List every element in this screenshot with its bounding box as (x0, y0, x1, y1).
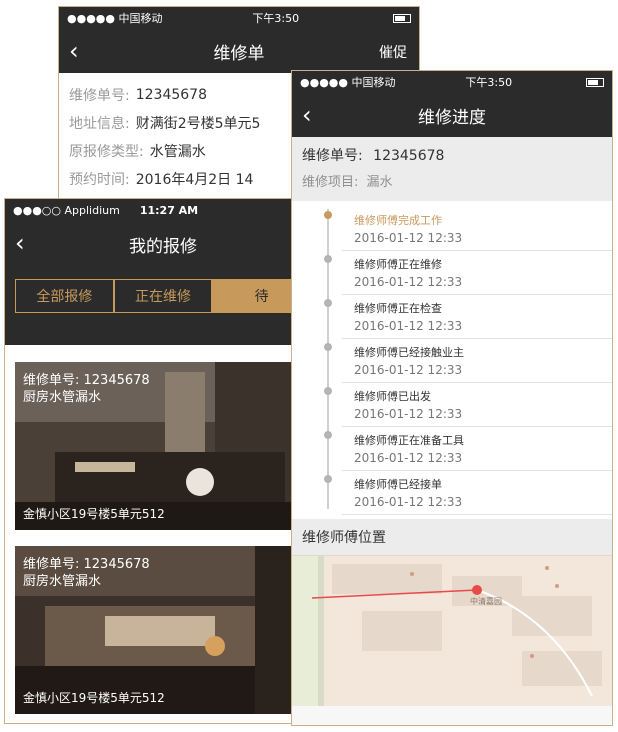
carrier-text: ●●●○○ Applidium (13, 203, 120, 217)
timeline-item: 维修师傅正在准备工具 2016-01-12 12:33 (342, 425, 612, 471)
timeline-item: 维修师傅正在维修 2016-01-12 12:33 (342, 249, 612, 295)
timeline-item: 维修师傅已经接单 2016-01-12 12:33 (342, 469, 612, 515)
time-text: 下午3:50 (252, 12, 300, 25)
card-title: 维修单号: 12345678 厨房水管漏水 (23, 556, 150, 590)
timeline-time: 2016-01-12 12:33 (354, 451, 463, 465)
order-number: 维修单号: 12345678 (23, 557, 150, 572)
timeline-event: 维修师傅已经接触业主 (354, 346, 464, 359)
order-number: 维修单号: 12345678 (23, 373, 150, 388)
timeline-time: 2016-01-12 12:33 (354, 407, 463, 421)
carrier-text: ●●●●● 中国移动 (67, 12, 163, 25)
field-value: 2016年4月2日 14 (135, 172, 254, 188)
timeline-time: 2016-01-12 12:33 (354, 495, 463, 509)
field-label: 原报修类型: (69, 144, 144, 160)
timeline-line (327, 209, 329, 509)
page-title: 维修单 (213, 43, 265, 64)
timeline-item: 维修师傅完成工作 2016-01-12 12:33 (342, 205, 612, 251)
map-canvas: 中清嘉园 (292, 556, 612, 706)
timeline-event: 维修师傅已经接单 (354, 478, 442, 491)
page-title: 我的报修 (129, 236, 197, 257)
timeline-time: 2016-01-12 12:33 (354, 363, 463, 377)
map[interactable]: 中清嘉园 (292, 555, 612, 706)
timeline-item: 维修师傅正在检查 2016-01-12 12:33 (342, 293, 612, 339)
timeline-dot (324, 299, 332, 307)
card-title: 维修单号: 12345678 厨房水管漏水 (23, 372, 150, 406)
timeline-dot (324, 475, 332, 483)
tab-in-progress[interactable]: 正在维修 (113, 279, 213, 313)
timeline-event: 维修师傅正在准备工具 (354, 434, 464, 447)
order-number: 12345678 (373, 148, 445, 164)
location-title: 维修师傅位置 (292, 519, 612, 555)
timeline-time: 2016-01-12 12:33 (354, 231, 463, 245)
issue-text: 厨房水管漏水 (23, 390, 102, 405)
nav-bar: ‹ 我的报修 (5, 221, 321, 267)
time-text: 下午3:50 (465, 76, 513, 89)
tab-spacer (5, 325, 321, 345)
card-address: 金慎小区19号楼5单元512 (23, 691, 165, 705)
back-icon[interactable]: ‹ (302, 101, 312, 129)
time-text: 11:27 AM (139, 203, 199, 217)
timeline-event: 维修师傅完成工作 (354, 214, 442, 227)
timeline-event: 维修师傅已出发 (354, 390, 431, 403)
screen-repair-progress: ●●●●● 中国移动 下午3:50 ‹ 维修进度 维修单号: 12345678 … (291, 70, 613, 726)
order-label: 维修单号: (302, 148, 363, 164)
timeline-item: 维修师傅已出发 2016-01-12 12:33 (342, 381, 612, 427)
status-bar: ●●●●● 中国移动 下午3:50 (292, 71, 612, 93)
field-label: 预约时间: (69, 172, 130, 188)
timeline-time: 2016-01-12 12:33 (354, 319, 463, 333)
timeline-dot (324, 431, 332, 439)
field-value: 水管漏水 (149, 144, 206, 160)
timeline-event: 维修师傅正在维修 (354, 258, 442, 271)
timeline-event: 维修师傅正在检查 (354, 302, 442, 315)
timeline: 维修师傅完成工作 2016-01-12 12:33 维修师傅正在维修 2016-01-… (292, 201, 612, 519)
status-bar: ●●●○○ Applidium 11:27 AM (5, 199, 321, 221)
repair-card[interactable]: 维修单号: 12345678 厨房水管漏水 金慎小区19号楼5单元512 20 (15, 546, 315, 714)
urge-button[interactable]: 催促 (379, 42, 407, 62)
timeline-time: 2016-01-12 12:33 (354, 275, 463, 289)
timeline-dot (324, 387, 332, 395)
timeline-dot (324, 343, 332, 351)
carrier-text: ●●●●● 中国移动 (300, 76, 396, 89)
map-label: 中清嘉园 (470, 596, 502, 606)
issue-text: 厨房水管漏水 (23, 574, 102, 589)
screen-my-repairs: ●●●○○ Applidium 11:27 AM ‹ 我的报修 全部报修 正在维… (4, 198, 322, 724)
item-value: 漏水 (366, 175, 393, 190)
back-icon[interactable]: ‹ (69, 37, 79, 65)
map-pin-icon (472, 585, 482, 595)
battery-icon (393, 13, 411, 23)
field-value: 财满街2号楼5单元5 (135, 116, 261, 132)
field-label: 维修单号: (69, 88, 130, 104)
timeline-item: 维修师傅已经接触业主 2016-01-12 12:33 (342, 337, 612, 383)
back-icon[interactable]: ‹ (15, 229, 25, 257)
nav-bar: ‹ 维修单 催促 (59, 29, 419, 73)
order-summary: 维修单号: 12345678 维修项目: 漏水 (292, 137, 612, 201)
field-value: 12345678 (135, 87, 207, 103)
repair-card[interactable]: 维修单号: 12345678 厨房水管漏水 金慎小区19号楼5单元512 20 (15, 362, 315, 530)
card-address: 金慎小区19号楼5单元512 (23, 507, 165, 521)
tab-all[interactable]: 全部报修 (15, 279, 114, 313)
item-label: 维修项目: (302, 175, 359, 190)
tab-bar: 全部报修 正在维修 待 (5, 267, 321, 325)
nav-bar: ‹ 维修进度 (292, 93, 612, 137)
timeline-dot (324, 255, 332, 263)
status-bar: ●●●●● 中国移动 下午3:50 (59, 7, 419, 29)
timeline-dot (324, 211, 332, 219)
battery-icon (586, 77, 604, 87)
field-label: 地址信息: (69, 116, 130, 132)
page-title: 维修进度 (418, 107, 486, 128)
